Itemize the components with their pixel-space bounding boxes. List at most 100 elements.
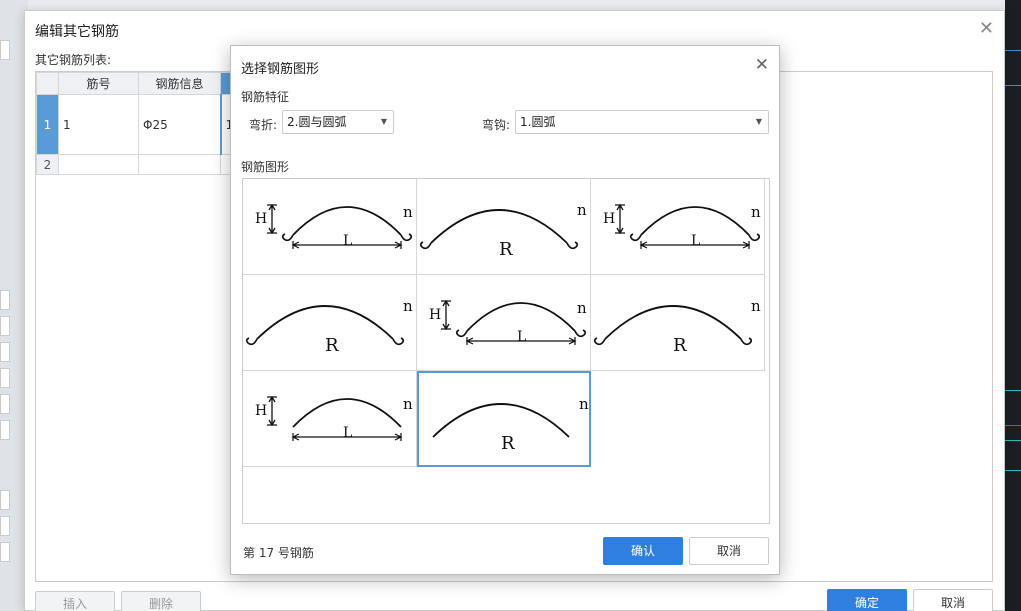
shape-label-H: H [603,211,615,227]
shape-label-L: L [343,425,352,441]
shape-label-n: n [577,201,587,219]
cell-bar-no[interactable] [58,154,139,175]
background-line [1005,50,1021,51]
background-cell [0,420,10,440]
bend-select-value: 2.圆与圆弧 [287,115,347,129]
shape-label-n: n [403,395,413,413]
rebar-hook-right [566,241,579,250]
modal-title: 选择钢筋图形 [241,62,320,77]
rebar-shape-option[interactable]: Rn [417,371,591,467]
rebar-list-label: 其它钢筋列表: [35,53,112,67]
height-dimension [441,299,451,331]
hook-select[interactable]: 1.圆弧 ▼ [515,110,769,134]
row-number[interactable]: 1 [36,94,59,155]
rebar-hook-left [593,337,606,346]
table-row[interactable]: 1 1 Φ25 1 [36,94,235,155]
shape-label-n: n [751,297,761,315]
rebar-shape-option[interactable]: H Ln [243,179,417,275]
shape-label-L: L [343,233,352,249]
features-section-label: 钢筋特征 [241,90,290,104]
bend-select[interactable]: 2.圆与圆弧 ▼ [282,110,394,134]
rebar-hook-right [748,233,761,242]
rebar-shape-drawing: Rn [432,395,589,454]
confirm-button[interactable]: 确认 [603,537,683,565]
shape-label-n: n [403,203,413,221]
insert-button[interactable]: 插入 [35,591,115,611]
height-dimension [267,395,277,427]
shape-label-R: R [499,239,513,260]
bend-label: 弯折: [249,118,278,132]
height-dimension [615,203,625,235]
row-number[interactable]: 2 [36,154,59,175]
rebar-hook-right [574,329,587,338]
shape-label-R: R [325,335,339,356]
background-line [1005,425,1021,426]
shape-grid: HLnRnHLnRnHLnRnHLnRn [242,178,770,524]
ok-button[interactable]: 确定 [827,589,907,611]
background-cell [0,290,10,310]
background-cell [0,40,10,60]
rebar-hook-left [455,329,468,338]
rebar-hook-right [392,337,405,346]
rebar-shape-option[interactable]: H Ln [417,275,591,371]
rebar-shape-drawing: H Ln [429,299,587,345]
rebar-hook-right [740,337,753,346]
chevron-down-icon: ▼ [755,117,762,126]
shape-label-n: n [577,299,587,317]
background-cell [0,516,10,536]
rebar-shape-option[interactable]: Rn [243,275,417,371]
select-rebar-shape-dialog: 选择钢筋图形 ✕ 钢筋特征 弯折: 2.圆与圆弧 ▼ 弯钩: 1.圆弧 ▼ 钢筋… [230,45,780,575]
rebar-shape-drawing: H Ln [603,203,761,249]
background-cell [0,342,10,362]
close-icon[interactable]: ✕ [979,18,994,39]
background-cell [0,542,10,562]
shape-label-L: L [517,329,526,345]
shape-label-L: L [691,233,700,249]
table-row[interactable]: 2 [36,154,235,175]
background-cell [0,316,10,336]
shapes-section-label: 钢筋图形 [241,160,290,174]
hook-select-value: 1.圆弧 [520,115,556,129]
height-dimension [267,203,277,235]
rebar-shape-drawing: Rn [419,201,587,260]
background-cell [0,490,10,510]
background-line [1005,85,1021,86]
rebar-hook-right [400,233,413,242]
cell-bar-info[interactable]: Φ25 [138,94,221,155]
shape-label-n: n [751,203,761,221]
shape-label-H: H [429,307,441,323]
rebar-shape-drawing: H Ln [255,203,413,249]
rebar-table: 筋号 钢筋信息 1 1 Φ25 1 2 [36,72,235,175]
chevron-down-icon: ▼ [380,117,387,126]
cell-bar-no[interactable]: 1 [58,94,139,155]
rebar-shape-option[interactable]: Rn [591,275,765,371]
column-header-bar-info[interactable]: 钢筋信息 [138,72,221,95]
rebar-shape-option[interactable]: H Ln [591,179,765,275]
background-line [1005,470,1021,471]
close-icon[interactable]: ✕ [755,55,769,75]
background-cell [0,368,10,388]
delete-button[interactable]: 删除 [121,591,201,611]
rebar-shape-option[interactable]: H Ln [243,371,417,467]
hook-label: 弯钩: [482,118,511,132]
rebar-hook-left [419,241,432,250]
shape-label-R: R [501,433,515,454]
cell-bar-info[interactable] [138,154,221,175]
rebar-shape-drawing: Rn [593,297,761,356]
shape-label-R: R [673,335,687,356]
rebar-shape-drawing: H Ln [255,395,413,441]
dialog-title: 编辑其它钢筋 [35,24,119,40]
rebar-shape-option[interactable]: Rn [417,179,591,275]
background-app-right [1005,0,1021,611]
rebar-hook-left [281,233,294,242]
column-header-bar-no[interactable]: 筋号 [58,72,139,95]
rebar-hook-left [245,337,258,346]
cancel-button[interactable]: 取消 [689,537,769,565]
background-line [1005,390,1021,391]
shape-label-H: H [255,211,267,227]
cancel-button[interactable]: 取消 [913,589,993,611]
rebar-shape-drawing: Rn [245,297,413,356]
rebar-hook-left [629,233,642,242]
status-text: 第 17 号钢筋 [243,546,314,560]
table-corner [36,72,59,95]
